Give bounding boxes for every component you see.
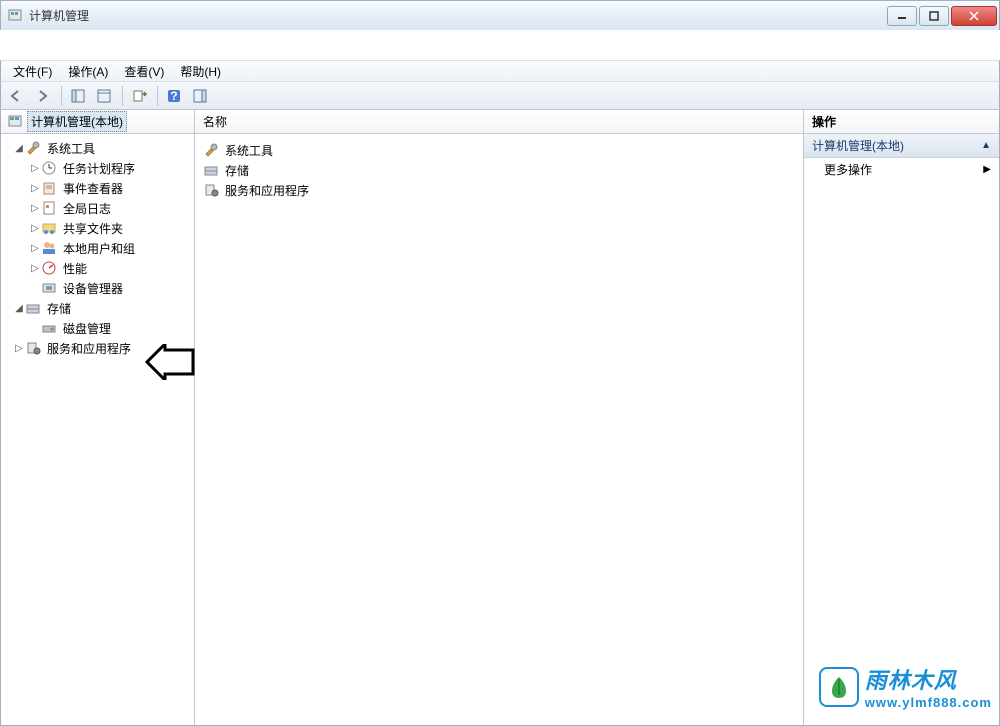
menu-view[interactable]: 查看(V) — [116, 61, 172, 82]
svg-text:?: ? — [170, 89, 177, 103]
list-item[interactable]: 系统工具 — [199, 140, 799, 160]
expand-icon[interactable]: ▷ — [29, 243, 41, 254]
device-icon — [41, 280, 57, 296]
expand-icon[interactable]: ▷ — [29, 183, 41, 194]
tree-services-apps[interactable]: ▷服务和应用程序 — [3, 338, 192, 358]
users-icon — [41, 240, 57, 256]
menu-action[interactable]: 操作(A) — [60, 61, 116, 82]
tree-event-viewer[interactable]: ▷事件查看器 — [3, 178, 192, 198]
toolbar: ? — [0, 82, 1000, 110]
tree-storage[interactable]: ◢存储 — [3, 298, 192, 318]
tree-task-scheduler[interactable]: ▷任务计划程序 — [3, 158, 192, 178]
app-icon — [7, 8, 23, 24]
expand-icon[interactable]: ▷ — [29, 263, 41, 274]
show-hide-tree-button[interactable] — [66, 85, 90, 107]
shared-icon — [41, 220, 57, 236]
action-more[interactable]: 更多操作 ▶ — [804, 158, 999, 180]
expand-icon[interactable]: ▷ — [29, 163, 41, 174]
watermark-url: www.ylmf888.com — [865, 695, 992, 710]
titlebar: 计算机管理 — [0, 0, 1000, 30]
watermark-title: 雨林木风 — [865, 663, 992, 695]
action-pane-header: 操作 — [804, 110, 999, 134]
properties-button[interactable] — [92, 85, 116, 107]
back-button[interactable] — [5, 85, 29, 107]
tree-performance[interactable]: ▷性能 — [3, 258, 192, 278]
disk-icon — [41, 320, 57, 336]
tree-device-manager[interactable]: 设备管理器 — [3, 278, 192, 298]
log-icon — [41, 200, 57, 216]
collapse-up-icon: ▲ — [981, 140, 991, 151]
tools-icon — [203, 142, 219, 158]
clock-icon — [41, 160, 57, 176]
menubar: 文件(F) 操作(A) 查看(V) 帮助(H) — [0, 60, 1000, 82]
action-group-header[interactable]: 计算机管理(本地) ▲ — [804, 134, 999, 158]
menu-help[interactable]: 帮助(H) — [172, 61, 229, 82]
services-icon — [25, 340, 41, 356]
collapse-icon[interactable]: ◢ — [13, 143, 25, 154]
submenu-icon: ▶ — [983, 164, 991, 175]
minimize-button[interactable] — [887, 6, 917, 26]
tree-pane: 计算机管理(本地) ◢系统工具 ▷任务计划程序 ▷事件查看器 ▷全局日志 ▷共享… — [1, 110, 195, 725]
tree-root[interactable]: 计算机管理(本地) — [27, 111, 127, 132]
performance-icon — [41, 260, 57, 276]
show-action-pane-button[interactable] — [188, 85, 212, 107]
computer-mgmt-icon — [7, 114, 23, 130]
watermark-logo-icon — [819, 667, 859, 707]
watermark: 雨林木风 www.ylmf888.com — [819, 663, 992, 710]
action-pane: 操作 计算机管理(本地) ▲ 更多操作 ▶ — [804, 110, 999, 725]
list-pane: 名称 系统工具 存储 服务和应用程序 — [195, 110, 804, 725]
expand-icon[interactable]: ▷ — [13, 343, 25, 354]
menu-file[interactable]: 文件(F) — [5, 61, 60, 82]
titlebar-title: 计算机管理 — [29, 7, 89, 24]
export-button[interactable] — [127, 85, 151, 107]
expand-icon[interactable]: ▷ — [29, 203, 41, 214]
list-header-name[interactable]: 名称 — [195, 110, 803, 134]
list-item[interactable]: 存储 — [199, 160, 799, 180]
storage-icon — [25, 300, 41, 316]
help-button[interactable]: ? — [162, 85, 186, 107]
tree-global-log[interactable]: ▷全局日志 — [3, 198, 192, 218]
tree-shared-folders[interactable]: ▷共享文件夹 — [3, 218, 192, 238]
maximize-button[interactable] — [919, 6, 949, 26]
tree-system-tools[interactable]: ◢系统工具 — [3, 138, 192, 158]
services-icon — [203, 182, 219, 198]
storage-icon — [203, 162, 219, 178]
expand-icon[interactable]: ▷ — [29, 223, 41, 234]
tools-icon — [25, 140, 41, 156]
close-button[interactable] — [951, 6, 997, 26]
list-item[interactable]: 服务和应用程序 — [199, 180, 799, 200]
tree-disk-management[interactable]: 磁盘管理 — [3, 318, 192, 338]
tree-local-users[interactable]: ▷本地用户和组 — [3, 238, 192, 258]
collapse-icon[interactable]: ◢ — [13, 303, 25, 314]
forward-button[interactable] — [31, 85, 55, 107]
event-icon — [41, 180, 57, 196]
